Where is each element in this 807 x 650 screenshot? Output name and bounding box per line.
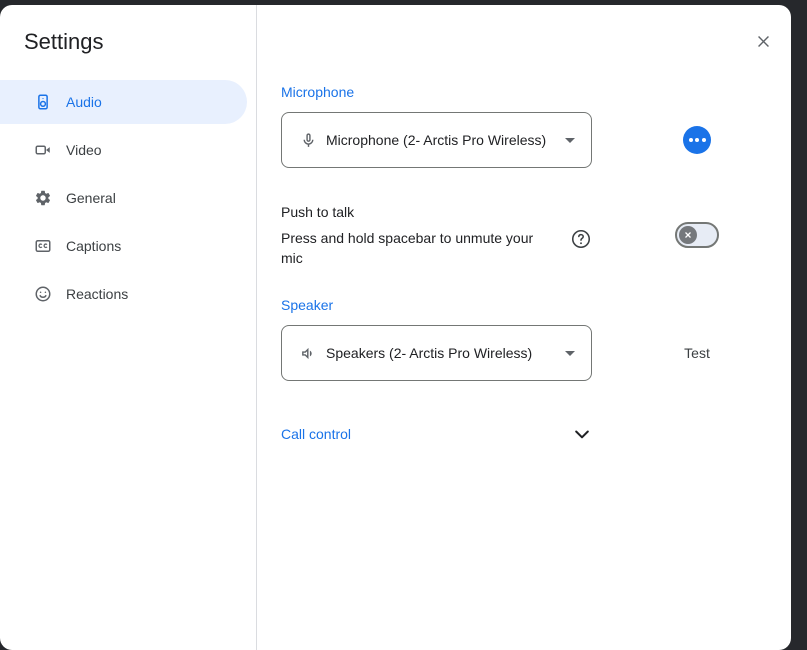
sidebar-item-general[interactable]: General: [0, 176, 247, 220]
captions-icon: [33, 236, 53, 256]
sidebar-item-label: Reactions: [66, 286, 128, 302]
dot: [689, 138, 693, 142]
microphone-label[interactable]: Microphone: [281, 82, 791, 102]
sidebar-item-audio[interactable]: Audio: [0, 80, 247, 124]
call-control-expander[interactable]: Call control: [281, 424, 592, 444]
sidebar-item-video[interactable]: Video: [0, 128, 247, 172]
settings-dialog: Settings Audio: [0, 5, 791, 650]
toggle-knob-x-icon: [679, 226, 697, 244]
microphone-device-value: Microphone (2- Arctis Pro Wireless): [326, 132, 557, 148]
sidebar-item-label: General: [66, 190, 116, 206]
speaker-section: Speaker Speakers (2- Arctis Pro Wireless…: [281, 295, 791, 381]
push-to-talk-description: Press and hold spacebar to unmute your m…: [281, 228, 553, 268]
dropdown-caret-icon: [565, 138, 575, 143]
sidebar-item-label: Audio: [66, 94, 102, 110]
chevron-down-icon: [572, 424, 592, 444]
videocam-icon: [33, 140, 53, 160]
microphone-device-select[interactable]: Microphone (2- Arctis Pro Wireless): [281, 112, 592, 168]
sidebar-item-reactions[interactable]: Reactions: [0, 272, 247, 316]
speaker-device-select[interactable]: Speakers (2- Arctis Pro Wireless): [281, 325, 592, 381]
settings-nav: Audio Video General: [0, 80, 256, 316]
volume-icon: [298, 343, 318, 363]
call-control-label: Call control: [281, 424, 351, 444]
microphone-icon: [298, 130, 318, 150]
audio-settings-panel: Microphone Microphone (2- Arctis Pro Wir…: [257, 5, 791, 650]
sidebar-item-captions[interactable]: Captions: [0, 224, 247, 268]
dropdown-caret-icon: [565, 351, 575, 356]
push-to-talk-toggle[interactable]: [675, 222, 719, 248]
close-icon[interactable]: [752, 30, 774, 52]
sidebar-item-label: Video: [66, 142, 102, 158]
speaker-device-value: Speakers (2- Arctis Pro Wireless): [326, 345, 557, 361]
speaker-label[interactable]: Speaker: [281, 295, 791, 315]
page-title: Settings: [24, 27, 256, 57]
more-options-button[interactable]: [683, 126, 711, 154]
push-to-talk-section: Push to talk Press and hold spacebar to …: [281, 202, 791, 268]
dot: [702, 138, 706, 142]
smiley-icon: [33, 284, 53, 304]
gear-icon: [33, 188, 53, 208]
test-speaker-button[interactable]: Test: [674, 339, 720, 367]
microphone-section: Microphone Microphone (2- Arctis Pro Wir…: [281, 82, 791, 168]
dot: [695, 138, 699, 142]
settings-sidebar: Settings Audio: [0, 5, 257, 650]
sidebar-item-label: Captions: [66, 238, 121, 254]
push-to-talk-title: Push to talk: [281, 202, 592, 222]
speaker-box-icon: [33, 92, 53, 112]
help-icon[interactable]: [570, 228, 592, 250]
